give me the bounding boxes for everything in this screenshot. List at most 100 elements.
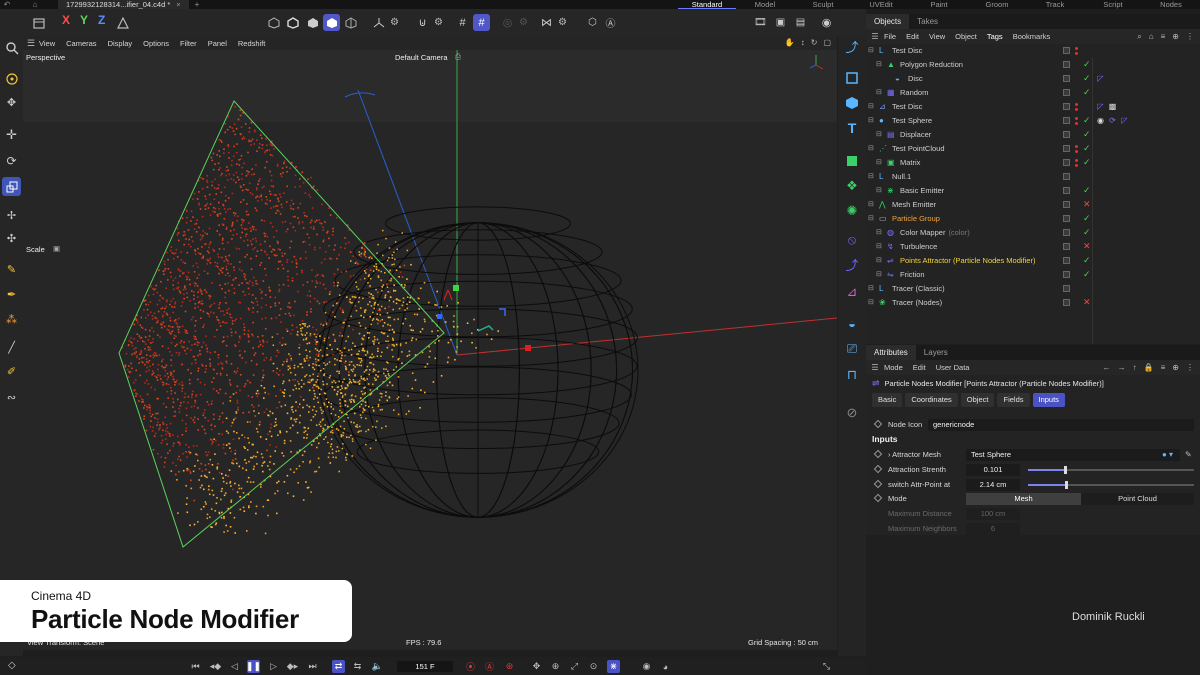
enabled-check-icon[interactable]: ✓ [1083, 73, 1091, 84]
object-row[interactable]: ⊟ ⇌ Points Attractor (Particle Nodes Modif… [866, 254, 1200, 268]
layer-color-box[interactable] [1063, 75, 1070, 82]
attr-tab-fields[interactable]: Fields [997, 393, 1030, 407]
render-visibility-dot[interactable] [1075, 164, 1078, 167]
axis-x-toggle[interactable]: X [62, 13, 70, 27]
enabled-check-icon[interactable]: ✓ [1083, 157, 1091, 168]
layer-color-box[interactable] [1063, 299, 1070, 306]
expand-toggle-icon[interactable]: ⊟ [868, 116, 874, 124]
menu-cameras[interactable]: Cameras [66, 39, 96, 48]
previous-key-icon[interactable]: ◂◆ [209, 660, 222, 673]
pan-icon[interactable]: ✋ [785, 38, 795, 47]
expand-toggle-icon[interactable]: ⊟ [868, 172, 874, 180]
record-icon[interactable]: ⦿ [464, 660, 477, 673]
editor-visibility-dot[interactable] [1075, 103, 1078, 106]
attr-tab-coordinates[interactable]: Coordinates [905, 393, 958, 407]
texture-tag-icon[interactable]: ▩ [1108, 102, 1117, 111]
object-name[interactable]: Displacer [900, 130, 931, 139]
tab-takes[interactable]: Takes [909, 14, 946, 29]
workplane-icon[interactable]: # [454, 14, 471, 31]
text-object-icon[interactable]: T [842, 118, 862, 138]
expand-toggle-icon[interactable]: ⊟ [876, 186, 882, 194]
tool-options-icon[interactable]: ▣ [53, 244, 60, 253]
object-name[interactable]: Points Attractor (Particle Nodes Modifie… [900, 256, 1035, 265]
keyframe-diamond-icon[interactable] [873, 493, 883, 503]
objects-menu-object[interactable]: Object [955, 32, 977, 41]
expand-toggle-icon[interactable]: ⊟ [876, 256, 882, 264]
record-scale-icon[interactable]: ⤢ [568, 660, 581, 673]
objects-menu-tags[interactable]: Tags [987, 32, 1003, 41]
forward-arrow-icon[interactable]: → [1118, 363, 1126, 372]
axis-y-toggle[interactable]: Y [80, 13, 88, 27]
current-frame-field[interactable]: 151 F [397, 661, 453, 672]
layout-tab-paint[interactable]: Paint [910, 0, 968, 9]
layer-color-box[interactable] [1063, 243, 1070, 250]
expand-toggle-icon[interactable]: ⊟ [868, 284, 874, 292]
expand-toggle-icon[interactable]: ⊟ [868, 46, 874, 54]
object-name[interactable]: Color Mapper (color) [900, 228, 970, 237]
disabled-x-icon[interactable]: ✕ [1083, 297, 1091, 308]
generator-icon[interactable] [842, 151, 862, 171]
render-settings-icon[interactable]: ▤ [792, 14, 809, 31]
transform-tool-icon[interactable]: ✢ [2, 206, 21, 225]
loop-icon[interactable]: ⇄ [332, 660, 345, 673]
next-frame-icon[interactable]: ▷ [267, 660, 280, 673]
field-icon[interactable]: ⤴ [842, 254, 862, 274]
mograph-cloner-icon[interactable]: ❖ [842, 176, 862, 196]
menu-display[interactable]: Display [108, 39, 133, 48]
redshift-render-view-icon[interactable]: ◉ [818, 14, 835, 31]
node-icon-field[interactable]: genericnode [928, 419, 1194, 431]
link-dropdown-icon[interactable]: ● ▾ [1162, 450, 1173, 459]
expand-toggle-icon[interactable]: ⊟ [876, 228, 882, 236]
brush-tool-icon[interactable]: ╱ [2, 338, 21, 357]
camera-icon[interactable]: ⎙ [455, 52, 461, 62]
tab-attributes[interactable]: Attributes [866, 345, 916, 360]
attr-filter-icon[interactable]: ≡ [1161, 363, 1166, 372]
slider-knob[interactable] [1064, 466, 1067, 474]
object-row[interactable]: ◒ Disc ✓ ◸ [866, 72, 1200, 86]
expand-toggle-icon[interactable]: ⊟ [868, 144, 874, 152]
objects-menu-bookmarks[interactable]: Bookmarks [1013, 32, 1051, 41]
home-icon[interactable]: ⌂ [1149, 32, 1154, 42]
expand-toggle-icon[interactable]: ⊟ [876, 130, 882, 138]
rotation-handle-blue[interactable] [499, 308, 506, 316]
light-lister-icon[interactable]: Ⓐ [602, 14, 619, 31]
new-tab-icon[interactable]: + [195, 0, 200, 9]
tab-layers[interactable]: Layers [916, 345, 956, 360]
attr-tab-object[interactable]: Object [960, 393, 995, 407]
more-icon[interactable]: ⋮ [1186, 32, 1194, 42]
material-icon[interactable]: ⊘ [842, 403, 862, 423]
symmetry-icon[interactable]: ⋈ [538, 14, 555, 31]
enabled-check-icon[interactable]: ✓ [1083, 269, 1091, 280]
object-row[interactable]: ⊟ ▦ Random ✓ [866, 86, 1200, 100]
layout-tab-sculpt[interactable]: Sculpt [794, 0, 852, 9]
attr-menu-edit[interactable]: Edit [913, 363, 926, 372]
dolly-icon[interactable]: ↕ [801, 38, 805, 47]
particle-icon[interactable]: ⊿ [842, 282, 862, 302]
menu-options[interactable]: Options [143, 39, 169, 48]
up-arrow-icon[interactable]: ↑ [1133, 363, 1137, 372]
layout-tab-track[interactable]: Track [1026, 0, 1084, 9]
attraction-strength-field[interactable]: 0.101 [966, 464, 1020, 476]
y-axis-handle[interactable] [453, 285, 459, 291]
object-row[interactable]: ⊟ ▲ Polygon Reduction ✓ [866, 58, 1200, 72]
points-mode-icon[interactable] [265, 14, 282, 31]
primitive-object-icon[interactable] [842, 93, 862, 113]
object-row[interactable]: ⊟ ▤ Displacer ✓ [866, 128, 1200, 142]
camera-name[interactable]: Default Camera [395, 53, 448, 62]
live-selection-icon[interactable]: ✥ [2, 93, 21, 112]
scale-tool-icon[interactable] [2, 177, 21, 196]
model-mode-icon[interactable] [323, 14, 340, 31]
layer-color-box[interactable] [1063, 271, 1070, 278]
expand-toggle-icon[interactable]: ⊟ [868, 298, 874, 306]
enabled-check-icon[interactable]: ✓ [1083, 255, 1091, 266]
phong-tag-icon[interactable]: ◸ [1096, 102, 1105, 111]
grid-snap-icon[interactable]: # [473, 14, 490, 31]
pause-icon[interactable]: ❚❚ [246, 660, 261, 673]
editor-visibility-dot[interactable] [1075, 159, 1078, 162]
expand-timeline-icon[interactable]: ⤡ [820, 660, 833, 673]
object-name[interactable]: Disc [908, 74, 923, 83]
record-position-icon[interactable]: ✥ [530, 660, 543, 673]
object-row[interactable]: ⊟ ● Test Sphere ✓ ◉ ⟳ ◸ [866, 114, 1200, 128]
lock-icon[interactable]: 🔒 [1144, 363, 1154, 372]
keyframe-diamond-icon[interactable] [873, 464, 883, 474]
